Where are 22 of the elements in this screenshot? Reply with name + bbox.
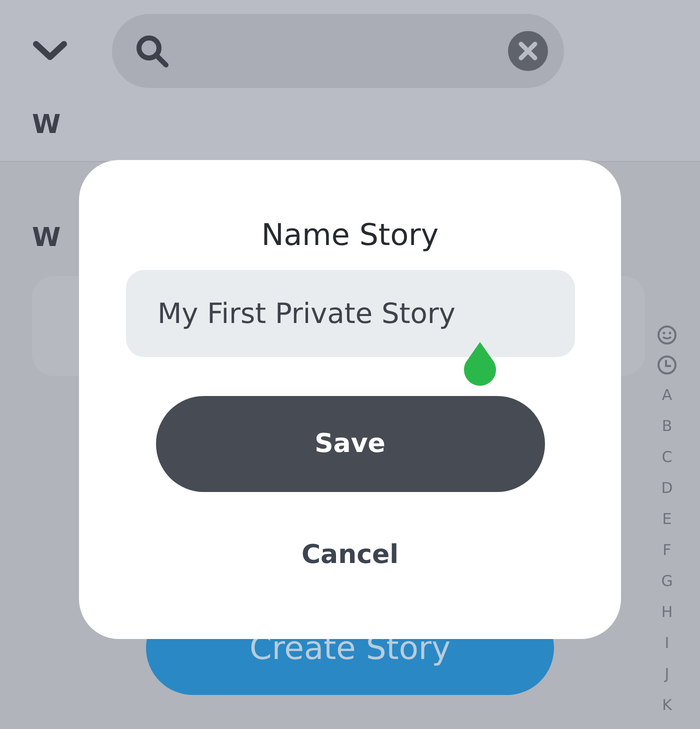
index-letter[interactable]: H <box>661 602 673 623</box>
index-letter[interactable]: I <box>664 633 670 654</box>
index-letter[interactable]: G <box>661 571 673 592</box>
cancel-button[interactable]: Cancel <box>291 536 409 574</box>
clear-icon[interactable] <box>508 31 548 71</box>
dialog-title: Name Story <box>261 218 439 253</box>
emoji-icon[interactable] <box>657 325 677 345</box>
index-letter[interactable]: D <box>661 478 673 499</box>
section-letter: W <box>32 112 61 138</box>
index-letter[interactable]: F <box>662 540 672 561</box>
section-letter: W <box>32 225 61 251</box>
index-letter[interactable]: E <box>662 509 672 530</box>
index-letter[interactable]: C <box>662 447 672 468</box>
index-letter[interactable]: K <box>662 695 672 716</box>
chevron-down-icon[interactable] <box>32 40 68 62</box>
index-letter[interactable]: B <box>662 416 672 437</box>
story-name-field[interactable]: My First Private Story <box>126 270 574 357</box>
index-letter[interactable]: A <box>662 385 672 406</box>
clock-icon[interactable] <box>657 355 677 375</box>
index-letter[interactable]: J <box>664 664 670 685</box>
save-button[interactable]: Save <box>156 396 544 492</box>
search-icon <box>134 33 170 69</box>
